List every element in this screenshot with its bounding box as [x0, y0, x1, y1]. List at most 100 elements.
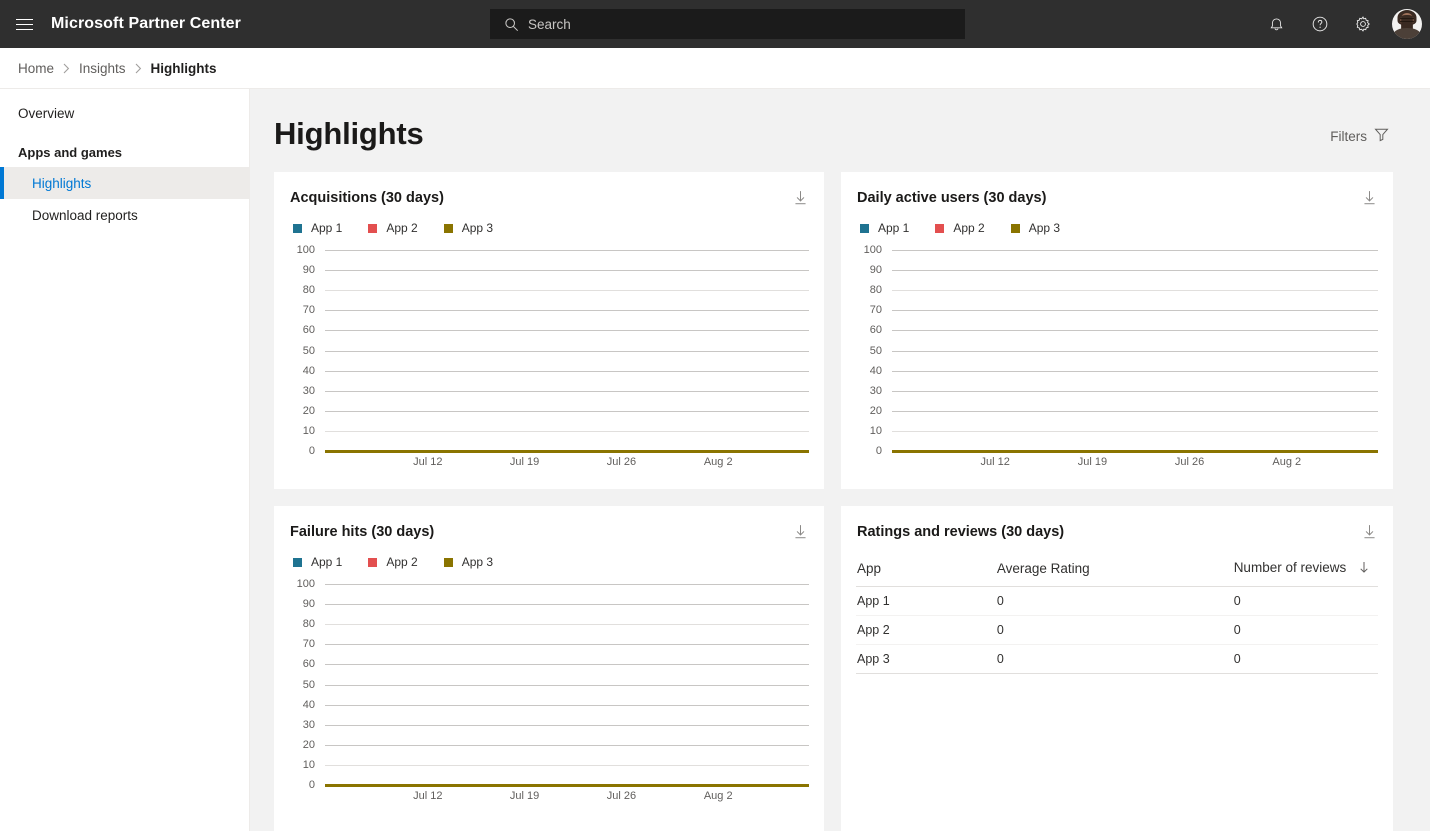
line-chart-failure-hits[interactable]: 0 10 20 30 40 50 60 70 80 90 100 Jul 12 Jul 19 Jul 26… [289, 575, 809, 807]
sidebar-item-download-reports[interactable]: Download reports [0, 199, 249, 231]
chart-gridline [325, 250, 809, 252]
y-axis-tick-label: 70 [302, 304, 315, 317]
chart-gridline [892, 430, 1378, 432]
table-header-row: App Average Rating Number of reviews [856, 556, 1378, 588]
y-axis-tick-label: 0 [308, 779, 315, 792]
filters-button[interactable]: Filters [1330, 127, 1389, 151]
x-axis-tick-label: Aug 2 [703, 456, 733, 469]
chart-gridline [892, 290, 1378, 292]
y-axis-tick-label: 70 [302, 638, 315, 651]
sidebar-item-overview[interactable]: Overview [0, 97, 249, 129]
table-body: App 1 0 0 App 2 0 0 App 3 0 0 [856, 586, 1378, 675]
chart-gridline [325, 430, 809, 432]
legend-item-app-1[interactable]: App 1 [293, 221, 342, 235]
search-input[interactable] [522, 15, 955, 33]
chart-legend: App 1 App 2 App 3 [856, 221, 1378, 235]
legend-item-app-3[interactable]: App 3 [443, 555, 494, 570]
breadcrumb-item-highlights: Highlights [150, 60, 217, 76]
breadcrumb: Home Insights Highlights [0, 48, 1430, 89]
y-axis-tick-label: 100 [863, 244, 882, 257]
y-axis-tick-label: 10 [302, 758, 315, 771]
y-axis-tick-label: 100 [296, 578, 315, 591]
filters-button-label: Filters [1330, 128, 1367, 144]
legend-item-app-2[interactable]: App 2 [368, 221, 418, 235]
y-axis-tick-label: 0 [308, 445, 315, 458]
chart-plot-area: 0 10 20 30 40 50 60 70 80 90 100 Jul 12 Jul 19 Jul 26… [289, 241, 809, 473]
card-title: Failure hits (30 days) [290, 524, 435, 541]
y-axis-tick-label: 40 [302, 698, 315, 711]
chart-gridline [325, 584, 809, 586]
series-line-at-zero [325, 450, 809, 454]
series-line-at-zero [325, 784, 809, 788]
y-axis-tick-label: 50 [302, 678, 315, 691]
chart-gridline [325, 744, 809, 746]
x-axis-tick-label: Aug 2 [1272, 456, 1302, 469]
help-question-icon[interactable] [1298, 0, 1341, 48]
y-axis-tick-label: 30 [302, 384, 315, 397]
breadcrumb-item-home[interactable]: Home [18, 61, 54, 76]
legend-swatch-app-1 [293, 223, 302, 233]
y-axis-tick-label: 80 [869, 284, 882, 297]
legend-swatch-app-2 [935, 223, 945, 233]
y-axis-tick-label: 0 [875, 445, 882, 458]
table-row[interactable]: App 3 0 0 [856, 644, 1378, 675]
legend-item-app-2[interactable]: App 2 [368, 555, 418, 569]
sidebar-item-label: Highlights [32, 175, 92, 191]
chart-legend: App 1 App 2 App 3 [289, 221, 809, 235]
legend-item-app-3[interactable]: App 3 [443, 221, 494, 236]
legend-item-app-2[interactable]: App 2 [935, 221, 985, 235]
table-row[interactable]: App 2 0 0 [856, 615, 1378, 646]
user-avatar[interactable] [1384, 0, 1430, 48]
chart-gridline [892, 410, 1378, 412]
sidebar-item-label: Overview [18, 105, 75, 121]
x-axis-tick-label: Jul 26 [1174, 456, 1205, 469]
legend-label: App 3 [461, 555, 494, 570]
legend-label: App 3 [461, 221, 494, 236]
line-chart-acquisitions[interactable]: 0 10 20 30 40 50 60 70 80 90 100 Jul 12 Jul 19 Jul 26… [289, 241, 809, 473]
settings-gear-icon[interactable] [1341, 0, 1384, 48]
line-chart-daily-active-users[interactable]: 0 10 20 30 40 50 60 70 80 90 100 Jul 12 Jul 19 Jul 26… [856, 241, 1378, 473]
download-arrow-icon[interactable] [791, 523, 809, 541]
page-title: Highlights [274, 116, 424, 151]
table-row[interactable]: App 1 0 0 [856, 586, 1378, 617]
y-axis-tick-label: 70 [869, 304, 882, 317]
column-header-average-rating[interactable]: Average Rating [995, 556, 1233, 588]
x-axis-tick-label: Jul 19 [509, 456, 540, 469]
legend-swatch-app-1 [860, 223, 869, 233]
avatar-image [1392, 9, 1422, 39]
chart-gridline [325, 330, 809, 332]
y-axis-tick-label: 90 [869, 264, 882, 277]
breadcrumb-item-insights[interactable]: Insights [79, 61, 126, 76]
x-axis-tick-label: Jul 12 [413, 790, 443, 803]
card-acquisitions: Acquisitions (30 days) App 1 App 2 App 3… [274, 172, 824, 490]
column-header-app[interactable]: App [856, 556, 996, 588]
global-search-box[interactable] [490, 9, 965, 39]
download-arrow-icon[interactable] [1360, 189, 1378, 207]
download-arrow-icon[interactable] [791, 189, 809, 207]
y-axis-tick-label: 20 [302, 738, 315, 751]
chart-gridline [325, 390, 809, 392]
y-axis-tick-label: 60 [869, 324, 882, 337]
notifications-bell-icon[interactable] [1255, 0, 1298, 48]
legend-item-app-3[interactable]: App 3 [1010, 221, 1060, 235]
chart-gridline [325, 724, 809, 726]
y-axis-tick-label: 40 [302, 364, 315, 377]
legend-item-app-1[interactable]: App 1 [293, 555, 342, 569]
legend-item-app-1[interactable]: App 1 [860, 221, 909, 235]
chart-gridline [892, 250, 1378, 252]
sort-descending-arrow-icon [1358, 561, 1370, 577]
sidebar-item-highlights[interactable]: Highlights [0, 167, 249, 199]
column-header-number-of-reviews[interactable]: Number of reviews [1232, 556, 1378, 588]
breadcrumb-separator-icon [63, 63, 70, 74]
main-content: Highlights Filters Acquisitions (30 days… [250, 89, 1430, 831]
chart-gridline [892, 270, 1378, 272]
chart-gridline [325, 684, 809, 686]
series-line-at-zero [892, 450, 1378, 454]
hamburger-menu-icon[interactable] [0, 0, 48, 48]
chart-gridline [325, 704, 809, 706]
cell-app: App 2 [856, 615, 996, 646]
y-axis-tick-label: 80 [302, 284, 315, 297]
download-arrow-icon[interactable] [1360, 523, 1378, 541]
top-bar-actions [1255, 0, 1430, 48]
cell-app: App 1 [856, 586, 996, 617]
